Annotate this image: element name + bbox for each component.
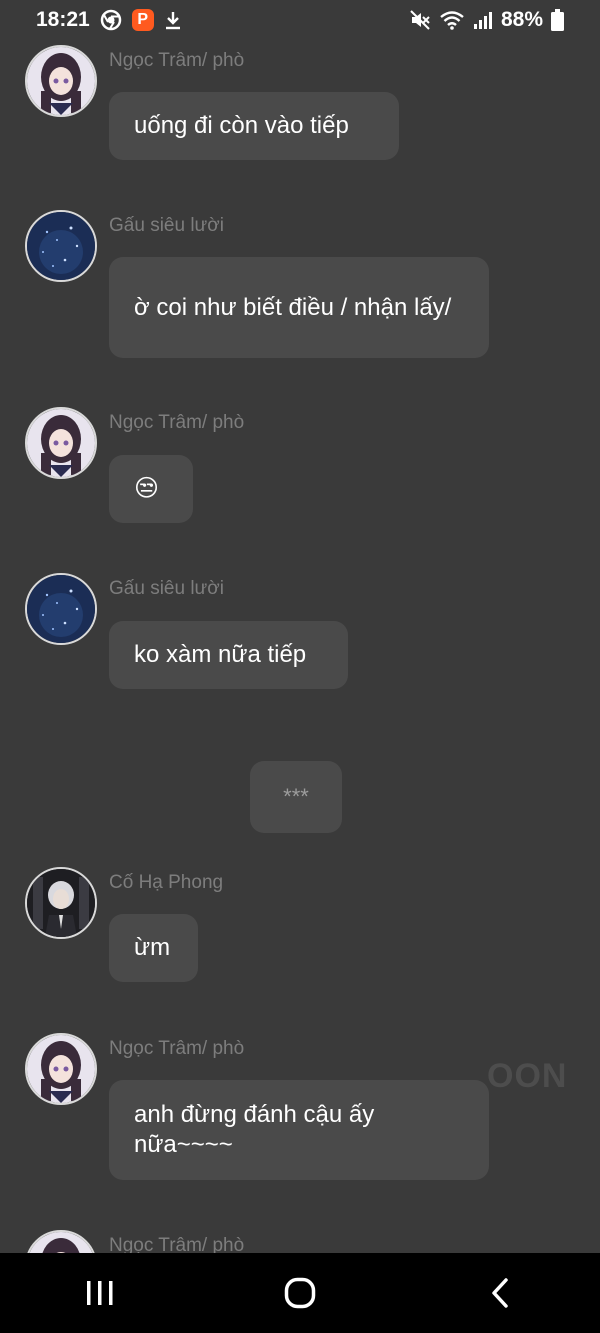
recents-button[interactable] [60,1253,140,1333]
watermark-logo: OON [487,1057,568,1095]
sender-name: Ngọc Trâm/ phò [109,1038,245,1059]
sender-name: Ngọc Trâm/ phò [109,50,245,71]
message-bubble[interactable]: uống đi còn vào tiếp [109,92,399,160]
anime-girl-avatar[interactable] [25,407,97,479]
message-bubble[interactable]: 😒 [109,455,193,523]
anime-girl-avatar[interactable] [25,1033,97,1105]
chrome-icon [100,9,122,31]
wifi-icon [439,9,465,31]
back-icon [492,1278,508,1308]
download-icon [164,10,182,30]
back-button[interactable] [460,1253,540,1333]
sender-name: Ngọc Trâm/ phò [109,412,245,433]
anime-girl-avatar[interactable] [25,45,97,117]
recents-icon [87,1281,113,1305]
starry-night-avatar[interactable] [25,573,97,645]
starry-night-avatar[interactable] [25,210,97,282]
white-hair-man-avatar[interactable] [25,867,97,939]
home-button[interactable] [260,1253,340,1333]
sender-name: Gấu siêu lười [109,578,224,599]
mute-icon [409,9,431,31]
status-time: 18:21 [36,8,90,31]
p-app-icon: P [131,9,154,31]
message-bubble[interactable]: ừm [109,914,198,982]
navigation-bar [0,1253,600,1333]
scene-divider: *** [250,761,342,833]
sender-name: Ngọc Trâm/ phò [109,1235,245,1253]
anime-girl-avatar[interactable] [25,1230,97,1253]
home-icon [284,1277,316,1309]
signal-icon [473,10,493,30]
sender-name: Cố Hạ Phong [109,872,224,893]
battery-icon [551,9,564,31]
message-bubble[interactable]: anh đừng đánh cậu ấy nữa~~~~ [109,1080,489,1180]
message-bubble[interactable]: ờ coi như biết điều / nhận lấy/ [109,257,489,358]
battery-percent: 88% [500,8,543,31]
sender-name: Gấu siêu lười [109,215,224,236]
message-bubble[interactable]: ko xàm nữa tiếp [109,621,348,689]
status-bar: 18:21 P 88% [0,0,600,40]
